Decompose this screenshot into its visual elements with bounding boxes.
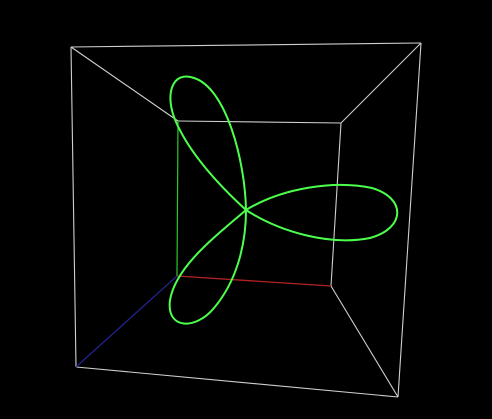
3d-plot-viewport[interactable] (0, 0, 492, 419)
3d-plot-canvas[interactable] (0, 0, 492, 419)
